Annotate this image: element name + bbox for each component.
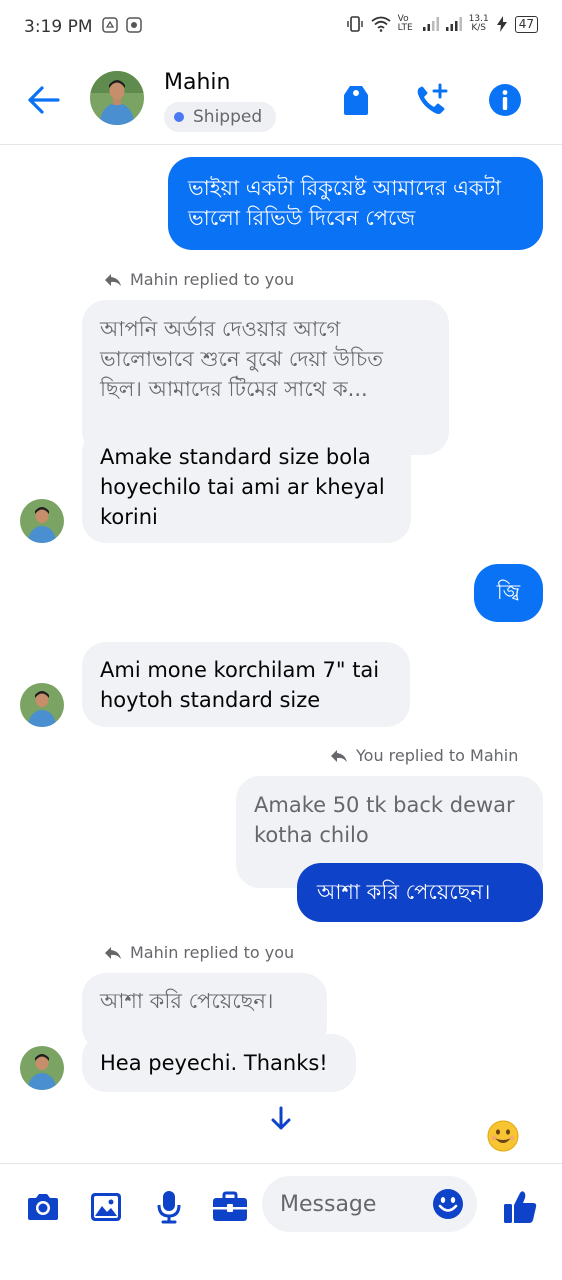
message-bubble-outgoing[interactable]: ভাইয়া একটা রিকুয়েষ্ট আমাদের একটা ভালো … [168,157,543,250]
like-button[interactable] [499,1186,541,1228]
wifi-icon [371,16,391,32]
status-right: Vo LTE 13.1 K/S 47 [346,15,538,33]
microphone-icon [157,1191,181,1224]
status-bar: 3:19 PM Vo LTE 13.1 K/S 47 [0,0,562,56]
message-input-container[interactable] [262,1176,477,1232]
image-icon [91,1193,121,1221]
message-bubble-outgoing[interactable]: জ্বি [474,564,543,622]
vibrate-icon [346,16,363,32]
gallery-button[interactable] [85,1186,127,1228]
message-bubble-incoming[interactable]: Amake standard size bola hoyechilo tai a… [82,428,411,543]
battery-level: 47 [514,15,538,33]
avatar[interactable] [20,683,64,727]
business-tools-button[interactable] [209,1186,251,1228]
reply-arrow-icon [105,946,121,959]
add-call-button[interactable] [411,80,451,120]
camera-button[interactable] [22,1186,64,1228]
briefcase-icon [213,1191,247,1221]
contact-name: Mahin [164,70,231,95]
emoji-icon[interactable] [432,1188,464,1220]
conversation-header: Mahin Shipped [0,56,562,145]
shopping-tag-icon [344,86,368,115]
back-arrow-icon[interactable] [24,82,64,118]
info-button[interactable] [485,80,525,120]
reply-arrow-icon [331,749,347,762]
quoted-text: আশা করি পেয়েছেন। [100,989,274,1013]
voice-button[interactable] [148,1186,190,1228]
avatar[interactable] [20,1046,64,1090]
quoted-text: Amake 50 tk back dewar kotha chilo [254,793,515,847]
message-text: Ami mone korchilam 7" tai hoytoh standar… [100,658,380,712]
reply-indicator: Mahin replied to you [104,270,294,289]
signal-icon [445,17,462,31]
reply-arrow-icon [105,273,121,286]
status-dot [174,112,184,122]
message-bubble-outgoing[interactable]: আশা করি পেয়েছেন। [297,863,543,922]
reply-note-text: Mahin replied to you [130,270,295,289]
scroll-down-arrow-icon[interactable] [266,1104,296,1134]
avatar[interactable] [20,499,64,543]
message-text: Hea peyechi. Thanks! [100,1051,328,1075]
reply-indicator: Mahin replied to you [104,943,294,962]
info-icon [489,84,521,116]
status-time: 3:19 PM [24,17,93,37]
reply-note-text: Mahin replied to you [130,943,295,962]
tag-button[interactable] [336,80,376,120]
message-text: আশা করি পেয়েছেন। [317,880,491,904]
charging-bolt-icon [496,16,507,32]
message-text: ভাইয়া একটা রিকুয়েষ্ট আমাদের একটা ভালো … [188,176,502,230]
quoted-text: আপনি অর্ডার দেওয়ার আগে ভালোভাবে শুনে বু… [100,317,384,401]
signal-icon [422,17,439,31]
smile-emoji-icon[interactable] [487,1120,519,1152]
thumbs-up-icon [504,1191,537,1223]
notification-icon [102,17,118,33]
volte-label: Vo LTE [397,14,413,33]
message-bubble-incoming[interactable]: Ami mone korchilam 7" tai hoytoh standar… [82,642,410,727]
net-speed: 13.1 K/S [468,14,489,33]
status-label: Shipped [193,107,263,127]
reply-indicator: You replied to Mahin [330,746,518,765]
notification-icon [126,17,142,33]
message-input[interactable] [280,1176,420,1232]
message-composer [0,1163,562,1254]
status-badge[interactable]: Shipped [164,102,277,132]
add-call-icon [417,83,448,114]
avatar[interactable] [90,71,144,125]
message-text: জ্বি [496,580,521,604]
camera-icon [28,1194,58,1220]
reply-note-text: You replied to Mahin [356,746,519,765]
message-text: Amake standard size bola hoyechilo tai a… [100,445,385,529]
message-bubble-incoming[interactable]: Hea peyechi. Thanks! [82,1034,356,1092]
